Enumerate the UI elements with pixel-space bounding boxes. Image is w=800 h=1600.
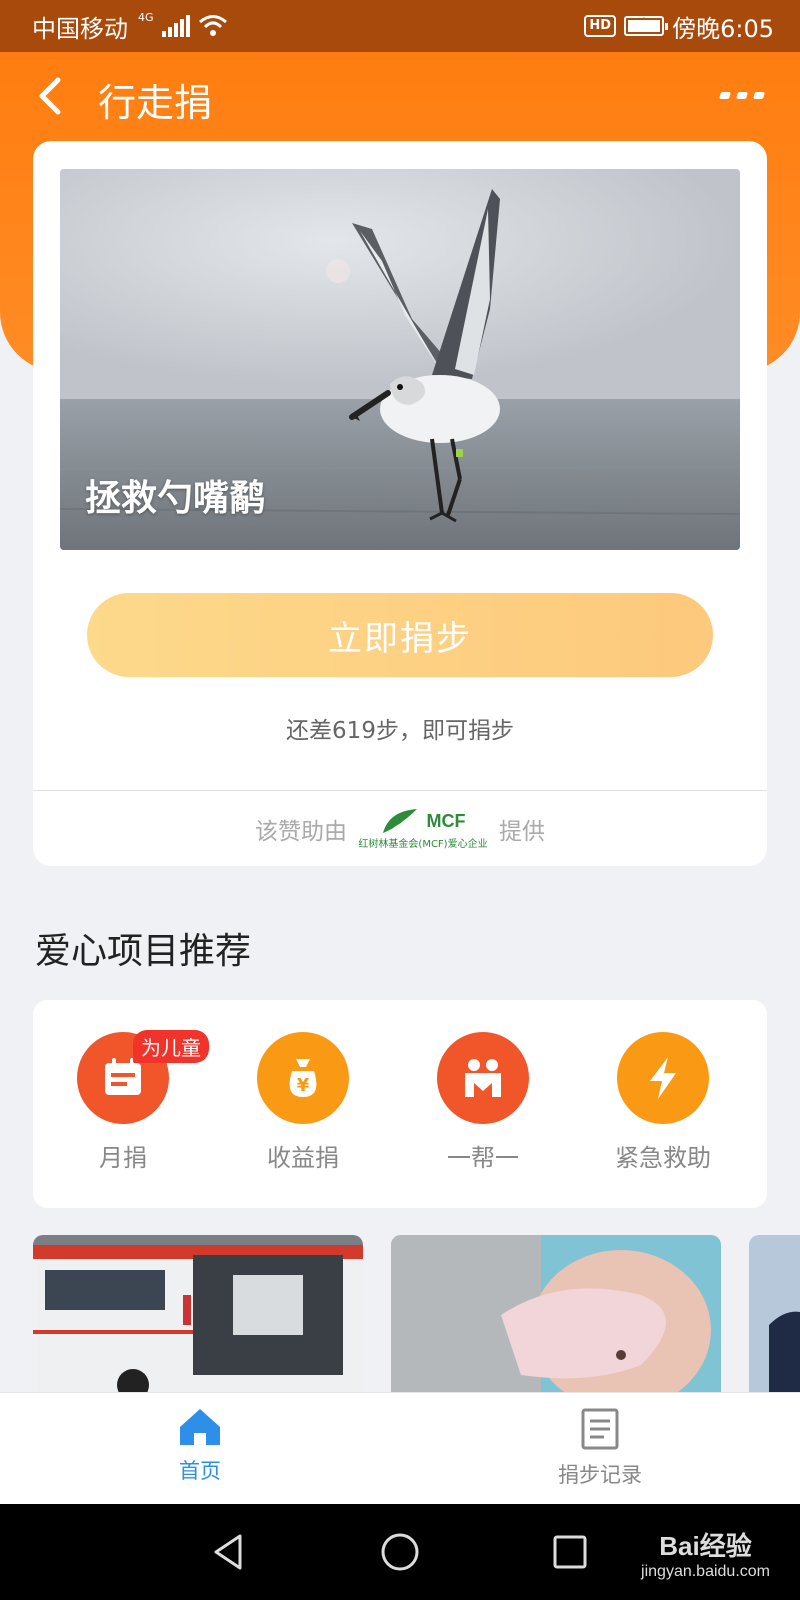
category-label: 一帮一	[447, 1144, 519, 1172]
more-button[interactable]	[719, 92, 765, 99]
nav-bar: 行走捐	[0, 52, 800, 140]
project-carousel[interactable]	[0, 1235, 800, 1392]
tab-records-label: 捐步记录	[558, 1463, 642, 1487]
more-dots-icon	[719, 92, 731, 99]
battery-icon	[624, 15, 669, 36]
category-label: 紧急救助	[615, 1144, 711, 1172]
home-circle-icon[interactable]	[380, 1532, 420, 1572]
baidu-watermark: Bai经验 jingyan.baidu.com	[641, 1526, 770, 1581]
sponsor-suffix: 提供	[499, 818, 545, 845]
donate-steps-button[interactable]: 立即捐步	[87, 593, 713, 677]
category-monthly[interactable]: 月捐 为儿童	[53, 1030, 209, 1173]
sponsor-logo-subtitle: 红树林基金会(MCF)爱心企业	[358, 839, 488, 850]
system-nav-bar: Bai经验 jingyan.baidu.com	[0, 1504, 800, 1600]
category-one-to-one[interactable]: 一帮一	[413, 1032, 553, 1173]
category-income[interactable]: ¥ 收益捐	[233, 1032, 373, 1173]
tab-bar: 首页 捐步记录	[0, 1392, 800, 1504]
chevron-left-icon	[39, 77, 61, 115]
sponsor-line: 该赞助由 MCF 红树林基金会(MCF)爱心企业 提供	[33, 791, 767, 866]
project-card: 拯救勺嘴鹬 立即捐步 还差619步，即可捐步 该赞助由 MCF 红树林基金会(M…	[33, 141, 767, 866]
sponsor-prefix: 该赞助由	[255, 818, 347, 845]
page-title: 行走捐	[98, 81, 213, 125]
tab-home[interactable]: 首页	[120, 1407, 280, 1485]
steps-hint: 还差619步，即可捐步	[286, 718, 514, 744]
category-card: 月捐 为儿童 ¥ 收益捐 一帮一 紧急救助	[33, 1000, 767, 1208]
back-button[interactable]	[28, 74, 72, 118]
money-bag-icon: ¥	[257, 1032, 349, 1124]
category-label: 收益捐	[267, 1144, 339, 1172]
recents-square-icon[interactable]	[552, 1534, 588, 1570]
person-photo	[749, 1235, 800, 1392]
wifi-icon	[198, 15, 227, 36]
project-thumb-partial[interactable]	[749, 1235, 800, 1392]
tab-home-label: 首页	[179, 1459, 221, 1483]
ambulance-photo	[33, 1235, 363, 1392]
home-icon	[180, 1409, 220, 1445]
sponsor-logo: MCF 红树林基金会(MCF)爱心企业	[358, 807, 488, 850]
helping-people-icon	[437, 1032, 529, 1124]
baby-photo	[391, 1235, 721, 1392]
clock: 傍晚6:05	[672, 14, 774, 43]
project-title: 拯救勺嘴鹬	[85, 478, 266, 519]
watermark-line2: jingyan.baidu.com	[641, 1563, 770, 1580]
signal-icon	[161, 15, 190, 37]
watermark-line1: Bai经验	[659, 1531, 752, 1561]
lightning-icon	[617, 1032, 709, 1124]
back-triangle-icon[interactable]	[210, 1532, 246, 1572]
leaf-icon	[382, 809, 417, 833]
network-type: 4G	[138, 10, 154, 24]
project-thumb-ambulance[interactable]	[33, 1235, 363, 1392]
sponsor-logo-text: MCF	[426, 810, 466, 831]
hd-badge: HD	[584, 15, 617, 37]
category-label: 月捐	[99, 1144, 147, 1172]
project-image[interactable]: 拯救勺嘴鹬	[60, 169, 740, 550]
svg-text:¥: ¥	[297, 1075, 310, 1096]
carrier-label: 中国移动	[32, 14, 128, 43]
tab-records[interactable]: 捐步记录	[520, 1407, 680, 1489]
section-title: 爱心项目推荐	[35, 931, 252, 972]
status-bar: 中国移动 4G HD 傍晚6:05	[0, 0, 800, 52]
project-thumb-baby[interactable]	[391, 1235, 721, 1392]
document-icon	[581, 1408, 619, 1450]
badge-children: 为儿童	[133, 1030, 209, 1063]
category-emergency[interactable]: 紧急救助	[593, 1032, 733, 1173]
